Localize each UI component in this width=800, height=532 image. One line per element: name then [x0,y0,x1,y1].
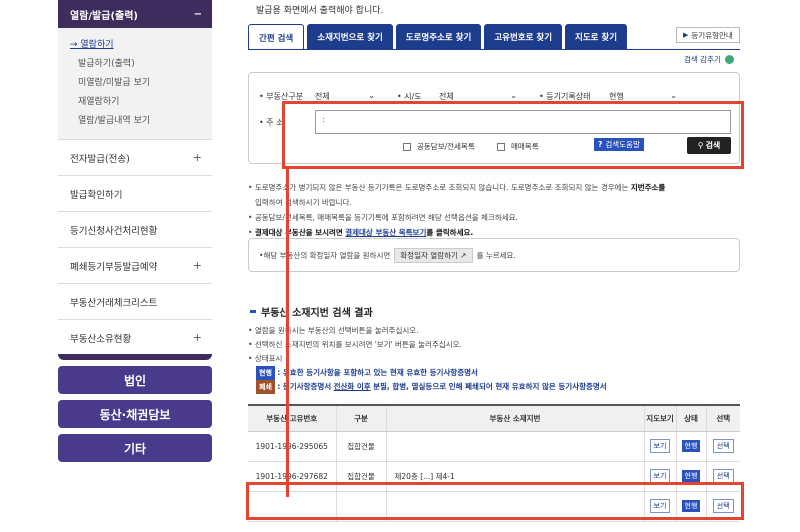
tab-map[interactable]: 지도로 찾기 [565,24,628,50]
confirmed-date-button[interactable]: 확정일자 열람하기 ↗ [394,247,473,263]
address-label: • 주 소 [259,118,284,127]
tab-unique-number[interactable]: 고유번호로 찾기 [484,24,563,50]
annotation-result-row [246,482,744,520]
result-note: • 상태표시 [248,354,283,363]
sidebar-item-electronic[interactable]: 전자발급(전송) + [58,140,212,176]
plus-icon: + [192,151,202,164]
sidebar-item-label: 폐쇄등기부등발급예약 [70,261,158,273]
result-title: 부동산 소재지번 검색 결과 [250,304,373,319]
plus-icon: + [192,259,202,272]
chevron-down-icon: ⌄ [510,91,517,100]
hide-search-label: 검색 감추기 [684,55,721,64]
current-badge: 현행 [256,366,275,380]
submenu-view[interactable]: → 열람하기 [70,36,212,55]
cell-address [385,431,644,462]
sidebar-item-closed-reserve[interactable]: 폐쇄등기부등발급예약 + [58,248,212,284]
submenu-issue[interactable]: 발급하기(출력) [70,55,212,74]
sidebar-item-case-status[interactable]: 등기신청사건처리현황 [58,212,212,248]
submenu-reread[interactable]: 재열람하기 [70,93,212,112]
cell-type: 집합건물 [335,431,386,462]
note-road-address-cont: 입력하여 검색하시기 바랍니다. [255,198,352,207]
sidebar-item-verify[interactable]: 발급확인하기 [58,176,212,212]
sidebar-divider [58,354,212,360]
tab-underline [248,49,740,50]
payment-list-link[interactable]: 결제대상 부동산 목록보기 [345,228,426,237]
note-road-address: • 도로명주소가 병기되지 않은 부동산 등기기록은 도로명주소로 조회되지 않… [248,183,666,192]
col-address: 부동산 소재지번 [385,404,644,432]
submenu-history[interactable]: 열람/발급내역 보기 [70,112,212,131]
sidebar-item-checklist[interactable]: 부동산거래체크리스트 [58,284,212,320]
confirmed-date-box: • 해당 부동산의 확정일자 열람을 원하시면 확정일자 열람하기 ↗ 를 누르… [248,238,740,272]
minus-icon[interactable]: − [194,9,202,20]
main-content: 발급용 화면에서 출력해야 합니다. 간편 검색 소재지번으로 찾기 도로명주소… [248,0,748,532]
tab-simple-search[interactable]: 간편 검색 [248,24,305,50]
status-badge: 현행 [681,440,701,452]
plus-icon: + [192,331,202,344]
search-tabs: 간편 검색 소재지번으로 찾기 도로명주소로 찾기 고유번호로 찾기 지도로 찾… [248,24,630,50]
col-unique-number: 부동산 고유번호 [248,404,336,432]
guide-button-label: 등기유형안내 [691,30,733,40]
hide-search-toggle[interactable]: 검색 감추기 [684,54,734,65]
note-checkbox: • 공동담보/전세목록, 매매목록을 등기기록에 포함하려면 해당 선택옵션을 … [248,213,518,222]
result-note: • 열람을 원하시는 부동산의 선택버튼을 눌러주십시오. [248,326,419,335]
sidebar: 열람/발급(출력) − → 열람하기 발급하기(출력) 미열람/미발급 보기 재… [58,0,212,532]
col-type: 구분 [335,404,386,432]
status-badge: 현행 [681,470,701,482]
title-bullet-icon [250,310,256,313]
col-map: 지도보기 [643,404,676,432]
sidebar-header-label: 열람/발급(출력) [70,10,138,22]
col-select: 선택 [705,404,740,432]
col-status: 상태 [675,404,706,432]
other-button[interactable]: 기타 [58,434,212,462]
sidebar-submenu: → 열람하기 발급하기(출력) 미열람/미발급 보기 재열람하기 열람/발급내역… [58,28,212,140]
tab-road-address[interactable]: 도로명주소로 찾기 [395,24,482,50]
result-notes: • 열람을 원하시는 부동산의 선택버튼을 눌러주십시오. • 선택하신 소재지… [248,324,607,394]
sidebar-header[interactable]: 열람/발급(출력) − [58,0,212,28]
sidebar-item-ownership[interactable]: 부동산소유현황 + [58,320,212,356]
annotation-arrow-line [286,167,289,497]
minus-circle-icon [724,55,734,64]
date-box-prefix: 해당 부동산의 확정일자 열람을 원하시면 [263,250,391,260]
map-view-button[interactable]: 보기 [649,469,671,483]
chevron-down-icon: ⌄ [670,91,677,100]
select-button[interactable]: 선택 [712,469,734,483]
corporation-button[interactable]: 법인 [58,366,212,394]
sidebar-item-label: 전자발급(전송) [70,153,130,165]
tab-lot-number[interactable]: 소재지번으로 찾기 [307,24,393,50]
date-box-suffix: 를 누르세요. [476,250,516,260]
result-note: • 선택하신 소재지번의 위치를 보시려면 '보기' 버튼을 눌러주십시오. [248,340,462,349]
movable-collateral-button[interactable]: 동산·채권담보 [58,400,212,428]
table-row: 1901-1996-295065 집합건물 보기 현행 선택 [248,431,740,462]
sidebar-item-label: 부동산소유현황 [70,333,132,345]
map-view-button[interactable]: 보기 [649,439,671,453]
search-notes: • 도로명주소가 병기되지 않은 부동산 등기기록은 도로명주소로 조회되지 않… [248,180,740,240]
external-link-icon: ↗ [460,250,467,260]
select-button[interactable]: 선택 [712,439,734,453]
annotation-search-box [282,101,744,169]
play-icon: ▶ [683,31,689,39]
sidebar-item-label: 등기신청사건처리현황 [70,225,158,237]
legend-closed: 폐쇄 : 등기사항증명서 전산화 이후 분필, 합병, 멸실등으로 인해 폐쇄되… [248,380,607,394]
table-header-row: 부동산 고유번호 구분 부동산 소재지번 지도보기 상태 선택 [248,404,740,432]
top-note: 발급용 화면에서 출력해야 합니다. [256,6,384,16]
legend-current: 현행 : 유효한 등기사항을 포함하고 있는 현재 유효한 등기사항증명서 [248,366,607,380]
cell-id: 1901-1996-295065 [248,431,336,462]
sidebar-item-label: 발급확인하기 [70,189,123,201]
registry-type-guide-button[interactable]: ▶ 등기유형안내 [676,27,740,43]
closed-badge: 폐쇄 [256,380,275,394]
submenu-unread[interactable]: 미열람/미발급 보기 [70,74,212,93]
sidebar-item-label: 부동산거래체크리스트 [70,297,158,309]
chevron-down-icon: ⌄ [368,91,375,100]
